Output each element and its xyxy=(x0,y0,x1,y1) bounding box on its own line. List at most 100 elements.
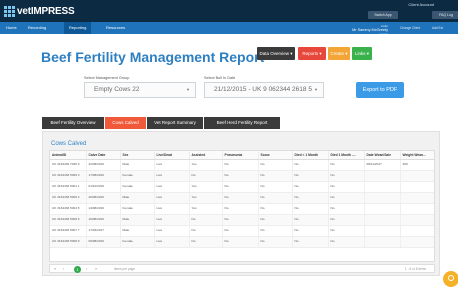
column-header[interactable]: Weight Wean... xyxy=(400,151,434,160)
pager-first-button[interactable]: « xyxy=(54,266,56,272)
table-cell: No xyxy=(222,181,259,193)
table-cell: UK 3164436 5008 9 xyxy=(50,236,87,248)
grid-title: Cows Calved xyxy=(51,141,87,147)
pager-next-button[interactable]: › xyxy=(86,266,87,272)
table-cell: Yes xyxy=(189,159,223,171)
user-greeting: Hello xyxy=(381,24,388,28)
table-row[interactable]: UK 3164436 5001 1 01/10/2016 Female Live Yes… xyxy=(50,181,434,193)
logo[interactable]: vetIMPRESS xyxy=(4,4,75,18)
tab-vet-report-summary[interactable]: Vet Report Summary xyxy=(147,117,203,129)
table-cell: UK 3164436 5007 7 xyxy=(50,225,87,237)
nav-recording[interactable]: Recording xyxy=(28,22,46,34)
switch-app-button[interactable]: Switch App xyxy=(368,11,398,19)
table-cell: No xyxy=(328,225,365,237)
cows-calved-grid: AnimalID Calve Date Sex Live/Dead Assisted Pn… xyxy=(49,150,435,262)
page-title: Beef Fertility Management Report xyxy=(41,49,265,65)
table-cell: 09/08/2016 xyxy=(86,236,121,248)
table-cell: No xyxy=(292,236,329,248)
chat-icon xyxy=(448,275,454,281)
column-header[interactable]: Date Wean/Sale xyxy=(364,151,401,160)
column-header[interactable]: Pneumonia xyxy=(222,151,259,160)
table-row[interactable]: UK 3164436 5004 5 14/08/2016 Female Live Yes… xyxy=(50,203,434,215)
column-header[interactable]: Died 1 Month -... xyxy=(328,151,365,160)
nav-reporting[interactable]: Reporting xyxy=(64,22,92,34)
table-cell: Live xyxy=(154,214,190,226)
table-cell: 08/11/2017 xyxy=(364,159,401,171)
table-cell: Live xyxy=(154,181,190,193)
table-row[interactable]: UK 3164436 5069 3 17/08/2016 Female Live No N… xyxy=(50,170,434,182)
table-cell: No xyxy=(258,192,293,204)
table-cell xyxy=(364,170,401,182)
help-chat-button[interactable] xyxy=(443,271,458,287)
table-row[interactable]: UK 3164436 7035 3 22/08/2016 Male Live Yes No… xyxy=(50,159,434,171)
table-cell: Live xyxy=(154,225,190,237)
column-header[interactable]: Scour xyxy=(258,151,293,160)
nav-home[interactable]: Home xyxy=(6,22,17,34)
table-cell: Male xyxy=(120,159,155,171)
table-cell: No xyxy=(292,181,329,193)
table-cell: Female xyxy=(120,236,155,248)
data-table: AnimalID Calve Date Sex Live/Dead Assisted Pn… xyxy=(50,151,434,248)
table-row[interactable]: UK 3164436 5009 6 16/08/2016 Male Live No No N… xyxy=(50,214,434,226)
table-cell xyxy=(364,192,401,204)
tab-beef-herd-fertility-report[interactable]: Beef Herd Fertility Report xyxy=(204,117,280,129)
table-row[interactable]: UK 3164436 5007 7 17/03/2017 Male Live No No N… xyxy=(50,225,434,237)
links-button[interactable]: Links ▾ xyxy=(352,47,372,60)
table-cell: Live xyxy=(154,159,190,171)
table-cell: Yes xyxy=(189,192,223,204)
data-overview-button[interactable]: Data Overview ▾ xyxy=(257,47,295,60)
table-cell xyxy=(400,170,434,182)
tab-cows-calved[interactable]: Cows Calved xyxy=(105,117,146,129)
column-header[interactable]: Died < 1 Month xyxy=(292,151,329,160)
table-cell: No xyxy=(222,192,259,204)
column-header[interactable]: AnimalID xyxy=(50,151,87,160)
table-cell: Male xyxy=(120,225,155,237)
table-cell: No xyxy=(258,236,293,248)
table-cell: No xyxy=(189,170,223,182)
table-cell: No xyxy=(292,225,329,237)
table-header-row: AnimalID Calve Date Sex Live/Dead Assisted Pn… xyxy=(50,151,434,160)
chevron-down-icon: ▼ xyxy=(314,87,318,92)
table-cell: UK 3164436 5009 6 xyxy=(50,214,87,226)
column-header[interactable]: Assisted xyxy=(189,151,223,160)
export-pdf-button[interactable]: Export to PDF xyxy=(356,82,404,98)
pager-prev-button[interactable]: ‹ xyxy=(63,266,64,272)
table-row[interactable]: UK 3164436 5008 9 09/08/2016 Female Live No N… xyxy=(50,236,434,248)
table-cell: Yes xyxy=(189,181,223,193)
table-row[interactable]: UK 3164436 5006 4 20/08/2016 Male Live Yes No… xyxy=(50,192,434,204)
tab-beef-fertility-overview[interactable]: Beef Fertility Overview xyxy=(42,117,104,129)
pager-count: 1 - 8 of 8 items xyxy=(404,267,426,271)
faq-button[interactable]: FAQ Log xyxy=(432,11,458,19)
nav-resources[interactable]: Resources xyxy=(106,22,125,34)
table-cell: 17/08/2016 xyxy=(86,170,121,182)
column-header[interactable]: Sex xyxy=(120,151,155,160)
column-header[interactable]: Calve Date xyxy=(86,151,121,160)
logo-grid-icon xyxy=(4,6,15,17)
table-cell: No xyxy=(189,225,223,237)
table-cell: No xyxy=(328,170,365,182)
table-cell: Live xyxy=(154,170,190,182)
table-cell: UK 3164436 5001 1 xyxy=(50,181,87,193)
table-cell: Live xyxy=(154,192,190,204)
add-ext-link[interactable]: Add Ext xyxy=(432,26,443,30)
pager-current-page[interactable]: 1 xyxy=(74,265,81,273)
table-cell: No xyxy=(258,214,293,226)
table-cell: No xyxy=(328,159,365,171)
table-cell: No xyxy=(258,170,293,182)
column-header[interactable]: Live/Dead xyxy=(154,151,190,160)
change-client-link[interactable]: Change Client xyxy=(400,26,420,30)
create-button[interactable]: Create ▾ xyxy=(328,47,350,60)
user-menu[interactable]: Hello Mr Sammy McGreety Logout xyxy=(352,24,388,37)
reports-button[interactable]: Reports ▾ xyxy=(298,47,326,60)
table-cell: No xyxy=(328,214,365,226)
group-select[interactable]: Empty Cows 22 ▼ xyxy=(84,82,196,98)
pager-last-button[interactable]: » xyxy=(95,266,97,272)
date-select[interactable]: 21/12/2015 - UK 9 062344 2618 5 ▼ xyxy=(204,82,324,98)
table-cell: Female xyxy=(120,203,155,215)
table-cell: Male xyxy=(120,214,155,226)
table-cell: No xyxy=(292,203,329,215)
table-cell: No xyxy=(222,236,259,248)
table-cell xyxy=(400,214,434,226)
date-select-value: 21/12/2015 - UK 9 062344 2618 5 xyxy=(214,86,312,93)
logout-link[interactable]: Logout xyxy=(352,32,388,36)
